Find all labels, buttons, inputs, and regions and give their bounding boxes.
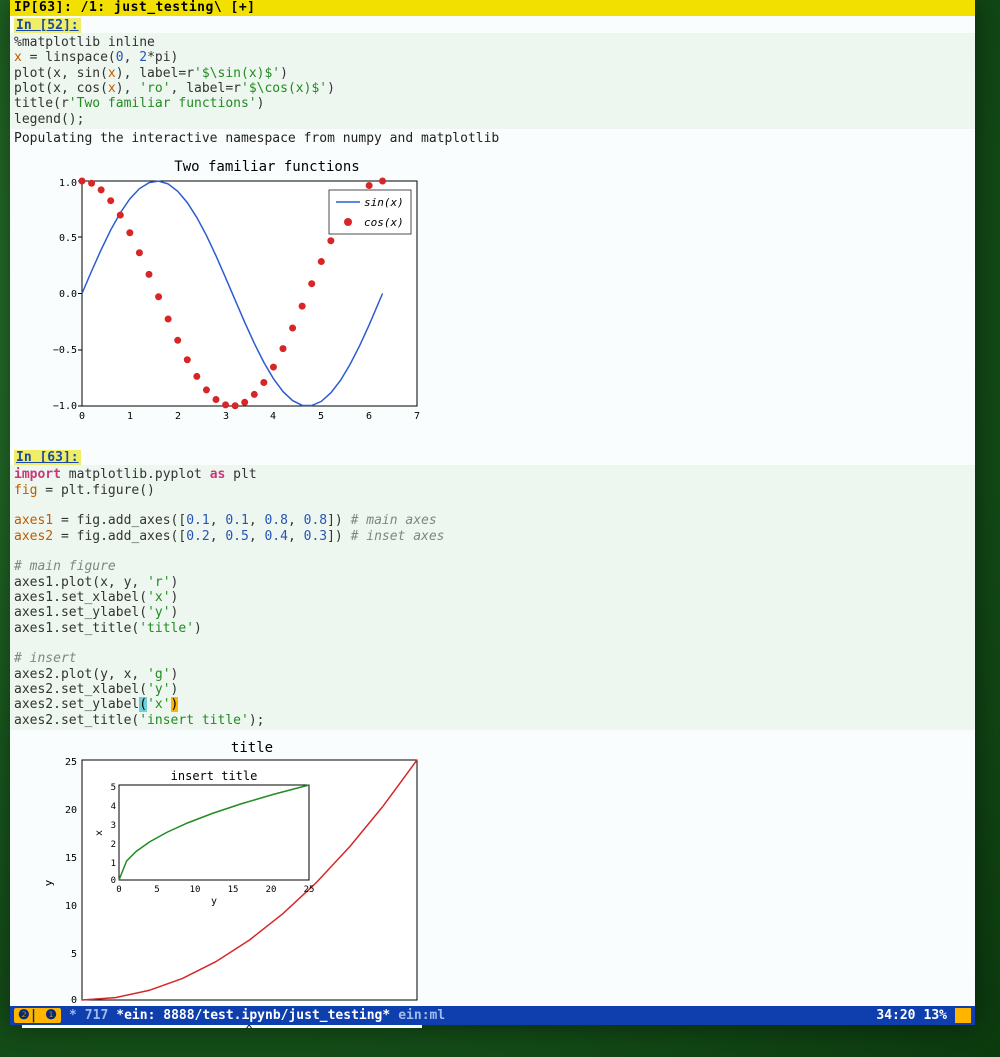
svg-text:sin(x): sin(x) (364, 196, 404, 209)
svg-text:5: 5 (71, 949, 77, 960)
inset-title: insert title (171, 769, 258, 783)
cursor-position-indicator: 34:20 (876, 1008, 915, 1023)
chart-two-familiar-functions: Two familiar functions 1.0 0.5 0.0 −0.5 … (22, 156, 422, 426)
workspace-indicator[interactable]: ❷| ❶ (14, 1008, 61, 1023)
svg-text:3: 3 (111, 821, 116, 831)
input-prompt[interactable]: In [52]: (14, 18, 81, 33)
svg-text:5: 5 (154, 885, 159, 895)
cell-63: In [63]: import matplotlib.pyplot as plt… (10, 448, 975, 1032)
major-mode: ein:ml (398, 1008, 445, 1023)
cursor-position: ) (171, 697, 179, 712)
buffer-name[interactable]: *ein: 8888/test.ipynb/just_testing* (116, 1008, 390, 1023)
svg-text:cos(x): cos(x) (364, 216, 404, 229)
chart-title-with-inset: title 25 20 15 10 5 0 0 1 2 3 4 5 x y insert tit… (22, 738, 422, 1028)
svg-text:20: 20 (65, 805, 77, 816)
svg-text:0: 0 (79, 411, 85, 422)
svg-text:6: 6 (366, 411, 372, 422)
svg-text:2: 2 (175, 411, 181, 422)
svg-text:0: 0 (111, 876, 116, 886)
inset-ylabel: x (94, 830, 105, 836)
svg-text:5: 5 (111, 783, 116, 793)
editor-window: IP[63]: /1: just_testing\ [+] In [52]: %… (10, 0, 975, 1025)
svg-text:15: 15 (65, 853, 77, 864)
svg-text:25: 25 (304, 885, 315, 895)
code-input[interactable]: %matplotlib inline x = linspace(0, 2*pi)… (10, 33, 975, 129)
scroll-percent: 13% (924, 1008, 947, 1023)
modified-star: * (69, 1008, 77, 1023)
chart-legend: sin(x) cos(x) (329, 190, 411, 234)
svg-text:0.5: 0.5 (59, 233, 77, 244)
plot-area: 1.0 0.5 0.0 −0.5 −1.0 0 1 2 3 4 5 6 7 (53, 178, 420, 423)
modeline[interactable]: ❷| ❶ * 717 *ein: 8888/test.ipynb/just_te… (10, 1006, 975, 1025)
svg-text:−0.5: −0.5 (53, 345, 77, 356)
modeline-end-icon (955, 1008, 971, 1023)
svg-text:10: 10 (65, 901, 77, 912)
svg-text:7: 7 (414, 411, 420, 422)
svg-text:15: 15 (228, 885, 239, 895)
chart-title: Two familiar functions (174, 159, 359, 175)
svg-text:2: 2 (111, 840, 116, 850)
matching-paren-highlight: ( (139, 697, 147, 712)
svg-text:4: 4 (111, 802, 116, 812)
main-ylabel: y (42, 879, 55, 886)
cell-52: In [52]: %matplotlib inline x = linspace… (10, 16, 975, 430)
svg-text:20: 20 (266, 885, 277, 895)
y-axis-ticks: 1.0 0.5 0.0 −0.5 −1.0 (53, 178, 82, 412)
svg-text:10: 10 (190, 885, 201, 895)
code-input[interactable]: import matplotlib.pyplot as plt fig = pl… (10, 465, 975, 730)
svg-text:0: 0 (71, 995, 77, 1006)
input-prompt[interactable]: In [63]: (14, 450, 81, 465)
svg-text:1: 1 (127, 411, 133, 422)
svg-text:−1.0: −1.0 (53, 401, 77, 412)
svg-text:4: 4 (270, 411, 276, 422)
svg-text:0.0: 0.0 (59, 289, 77, 300)
inset-xlabel: y (211, 896, 217, 907)
stdout-output: Populating the interactive namespace fro… (10, 129, 975, 148)
svg-text:3: 3 (223, 411, 229, 422)
svg-text:0: 0 (116, 885, 121, 895)
svg-text:1.0: 1.0 (59, 178, 77, 189)
svg-text:1: 1 (111, 859, 116, 869)
x-axis-ticks: 0 1 2 3 4 5 6 7 (79, 411, 420, 422)
chart-title: title (231, 740, 273, 756)
svg-text:25: 25 (65, 757, 77, 768)
main-y-ticks: 25 20 15 10 5 0 (65, 757, 77, 1006)
svg-text:5: 5 (318, 411, 324, 422)
window-titlebar: IP[63]: /1: just_testing\ [+] (10, 0, 975, 16)
line-count: 717 (85, 1008, 108, 1023)
